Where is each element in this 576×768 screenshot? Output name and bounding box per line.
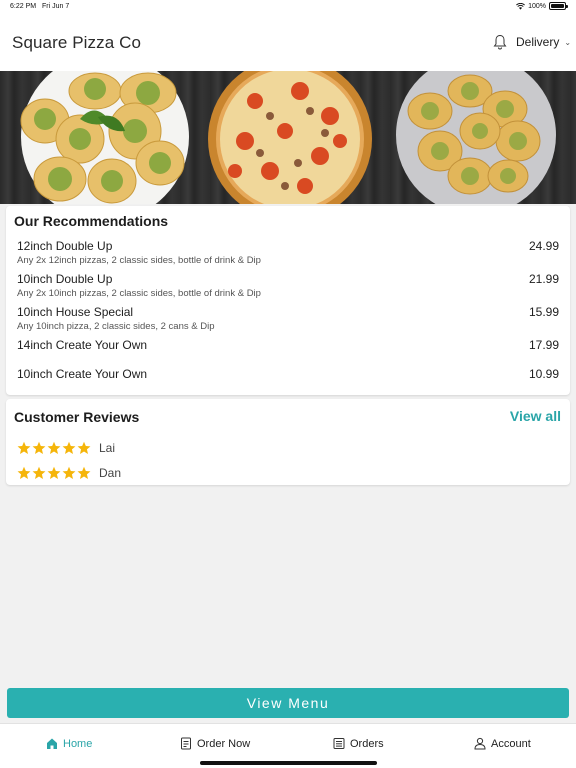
account-icon	[474, 737, 486, 750]
tab-account[interactable]: Account	[474, 737, 531, 750]
tab-orders[interactable]: Orders	[333, 737, 384, 750]
order-icon	[181, 737, 191, 750]
app-header: Square Pizza Co Delivery ⌄	[0, 14, 576, 71]
wifi-icon	[516, 2, 526, 10]
bell-icon[interactable]	[493, 34, 507, 50]
recommendations-card: Our Recommendations 12inch Double Up Any…	[6, 206, 570, 395]
view-all-link[interactable]: View all	[510, 408, 561, 424]
rec-item-price: 17.99	[528, 338, 559, 352]
rec-item-price: 15.99	[528, 305, 559, 319]
star-icon	[62, 441, 76, 454]
status-bar: 6:22 PM Fri Jun 7 100%	[0, 0, 576, 14]
tab-label: Order Now	[197, 737, 251, 750]
star-rating	[17, 441, 91, 455]
star-icon	[32, 441, 46, 454]
rec-item-name: 10inch Create Your Own	[17, 367, 148, 381]
home-icon	[47, 738, 57, 749]
reviewer-name: Lai	[99, 441, 116, 455]
star-icon	[47, 466, 61, 479]
tab-label: Home	[63, 737, 93, 750]
view-menu-button[interactable]: View Menu	[7, 688, 569, 718]
status-right: 100%	[516, 2, 568, 10]
star-icon	[77, 466, 91, 479]
rec-item[interactable]: 10inch Create Your Own 10.99	[17, 367, 559, 381]
rec-item[interactable]: 14inch Create Your Own 17.99	[17, 338, 559, 352]
recommendations-title: Our Recommendations	[14, 213, 169, 229]
star-icon	[32, 466, 46, 479]
status-date: Fri Jun 7	[42, 3, 70, 10]
hero-banner	[0, 71, 576, 204]
reviews-title: Customer Reviews	[14, 409, 140, 425]
rec-item-price: 24.99	[528, 239, 559, 253]
star-icon	[17, 441, 31, 454]
rec-item-desc: Any 2x 12inch pizzas, 2 classic sides, b…	[17, 255, 261, 266]
restaurant-title: Square Pizza Co	[12, 33, 142, 52]
reviews-card: Customer Reviews View all Lai Dan	[6, 399, 570, 485]
rec-item-price: 21.99	[528, 272, 559, 286]
rec-item-price: 10.99	[528, 367, 559, 381]
star-icon	[17, 466, 31, 479]
chevron-down-icon: ⌄	[564, 37, 572, 47]
rec-item[interactable]: 10inch Double Up Any 2x 10inch pizzas, 2…	[17, 272, 559, 299]
tab-label: Orders	[350, 737, 384, 750]
delivery-label: Delivery	[516, 35, 560, 49]
status-time: 6:22 PM	[10, 3, 37, 10]
star-icon	[62, 466, 76, 479]
rec-item-name: 10inch Double Up	[17, 272, 113, 286]
rec-item-name: 14inch Create Your Own	[17, 338, 148, 352]
review-item: Lai	[17, 441, 115, 455]
tab-order-now[interactable]: Order Now	[180, 737, 250, 750]
orders-icon	[333, 738, 345, 749]
review-item: Dan	[17, 466, 121, 480]
reviewer-name: Dan	[99, 466, 122, 480]
battery-icon	[549, 2, 568, 10]
rec-item[interactable]: 12inch Double Up Any 2x 12inch pizzas, 2…	[17, 239, 559, 266]
bottom-tab-bar: Home Order Now Orders Account	[0, 723, 576, 768]
home-indicator	[200, 761, 377, 765]
rec-item-name: 10inch House Special	[17, 305, 134, 319]
star-rating	[17, 466, 91, 480]
rec-item-desc: Any 10inch pizza, 2 classic sides, 2 can…	[17, 321, 215, 332]
star-icon	[77, 441, 91, 454]
rec-item-desc: Any 2x 10inch pizzas, 2 classic sides, b…	[17, 288, 261, 299]
battery-percent: 100%	[528, 2, 546, 10]
rec-item-name: 12inch Double Up	[17, 239, 113, 253]
delivery-selector[interactable]: Delivery ⌄	[516, 35, 571, 49]
tab-label: Account	[491, 737, 531, 750]
food-banner-image	[20, 71, 556, 204]
star-icon	[47, 441, 61, 454]
rec-item[interactable]: 10inch House Special Any 10inch pizza, 2…	[17, 305, 559, 332]
tab-home[interactable]: Home	[46, 737, 92, 750]
